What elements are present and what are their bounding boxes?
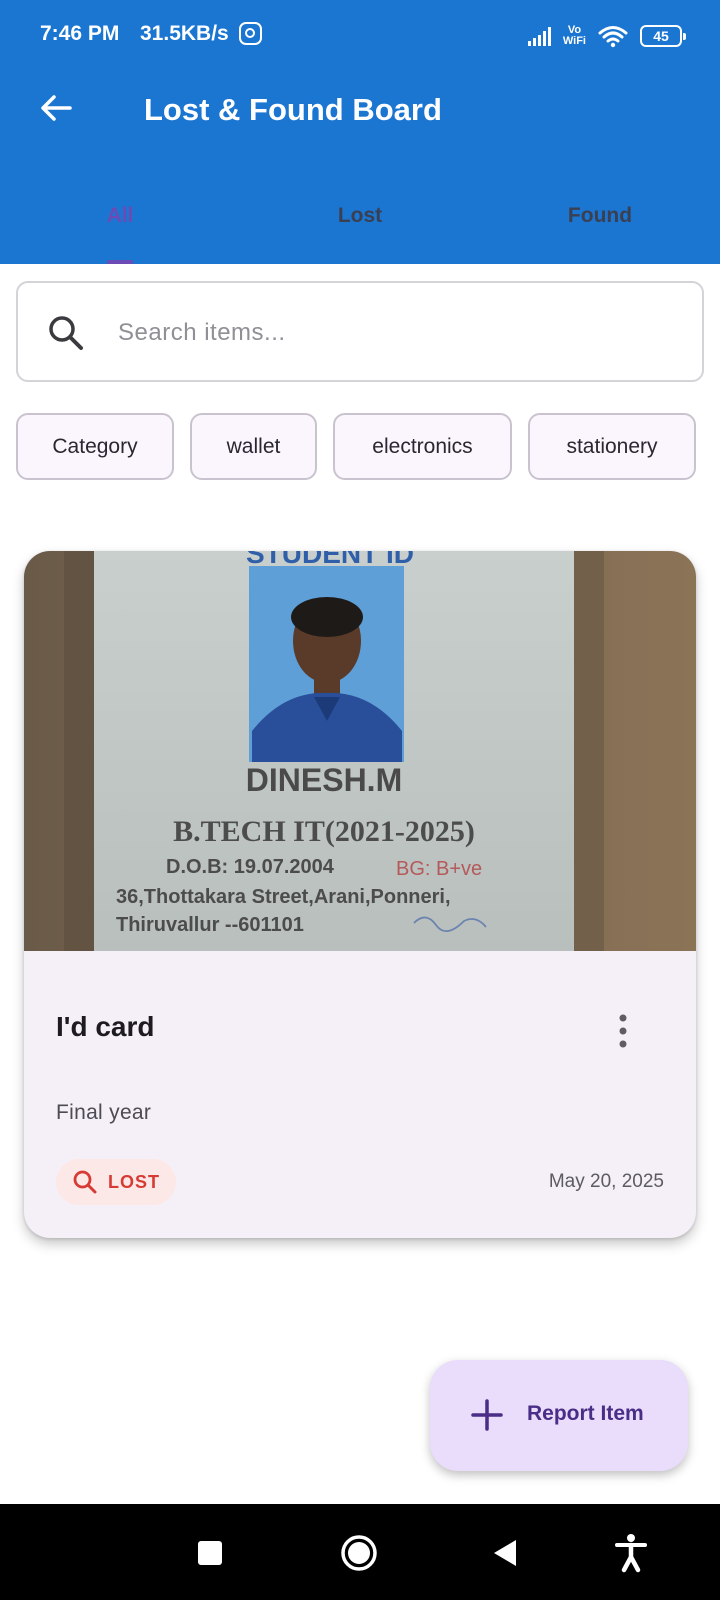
tab-found-label: Found <box>567 204 633 227</box>
item-photo: STUDENT ID DINESH.M B.TECH IT(2021-2025)… <box>24 551 696 951</box>
tab-indicator <box>107 260 133 264</box>
lost-search-icon <box>73 1170 97 1194</box>
status-icons: Vo WiFi 45 <box>527 22 686 50</box>
tab-lost-label: Lost <box>337 204 383 227</box>
photo-name: DINESH.M <box>246 762 402 798</box>
photo-course: B.TECH IT(2021-2025) <box>173 815 475 848</box>
tab-lost[interactable]: Lost <box>240 190 480 264</box>
vowifi-line2: WiFi <box>562 35 586 47</box>
signal-icon <box>527 26 551 46</box>
network-speed: 31.5KB/s <box>140 22 229 45</box>
accessibility-icon[interactable] <box>608 1530 654 1576</box>
chip-category[interactable]: Category <box>16 413 174 480</box>
app-bar: 7:46 PM 31.5KB/s Vo WiFi 45 Lost & Found… <box>0 0 720 264</box>
back-icon[interactable] <box>482 1530 528 1576</box>
report-item-button[interactable]: Report Item <box>430 1360 688 1471</box>
more-options-icon[interactable] <box>608 1011 638 1051</box>
chip-wallet[interactable]: wallet <box>190 413 317 480</box>
photo-address-line2: Thiruvallur --601101 <box>116 914 304 936</box>
status-time: 7:46 PM <box>40 22 120 45</box>
status-badge: LOST <box>56 1159 176 1205</box>
top-bar: Lost & Found Board <box>0 70 720 154</box>
back-arrow-icon[interactable] <box>36 88 76 128</box>
instagram-icon <box>239 22 262 45</box>
search-icon <box>49 316 83 350</box>
report-item-label: Report Item <box>527 1402 644 1425</box>
chip-electronics[interactable]: electronics <box>333 413 512 480</box>
filter-chips: Category wallet electronics stationery <box>16 413 720 481</box>
photo-dob: D.O.B: 19.07.2004 <box>166 856 335 878</box>
plus-icon <box>471 1399 503 1431</box>
tab-all-label: All <box>106 204 134 227</box>
vowifi-icon: Vo WiFi <box>563 25 586 47</box>
search-box <box>16 281 704 382</box>
photo-address-line1: 36,Thottakara Street,Arani,Ponneri, <box>116 886 451 908</box>
photo-card-header: STUDENT ID <box>246 551 414 569</box>
status-badge-label: LOST <box>108 1171 160 1192</box>
item-date: May 20, 2025 <box>548 1171 664 1192</box>
tab-all[interactable]: All <box>0 190 240 264</box>
page-title: Lost & Found Board <box>144 92 442 127</box>
recents-icon[interactable] <box>187 1530 233 1576</box>
home-icon[interactable] <box>336 1530 382 1576</box>
status-bar: 7:46 PM 31.5KB/s Vo WiFi 45 <box>0 0 720 70</box>
wifi-icon <box>598 26 628 48</box>
tab-bar: All Lost Found <box>0 190 720 264</box>
tab-found[interactable]: Found <box>480 190 720 264</box>
item-card[interactable]: STUDENT ID DINESH.M B.TECH IT(2021-2025)… <box>24 551 696 1238</box>
photo-blood-group: BG: B+ve <box>396 858 482 880</box>
chip-stationery[interactable]: stationery <box>528 413 696 480</box>
search-input[interactable] <box>118 313 678 353</box>
battery-icon: 45 <box>640 25 686 47</box>
item-description: Final year <box>56 1101 152 1124</box>
item-title: I'd card <box>56 1011 155 1042</box>
system-nav-bar <box>0 1504 720 1600</box>
